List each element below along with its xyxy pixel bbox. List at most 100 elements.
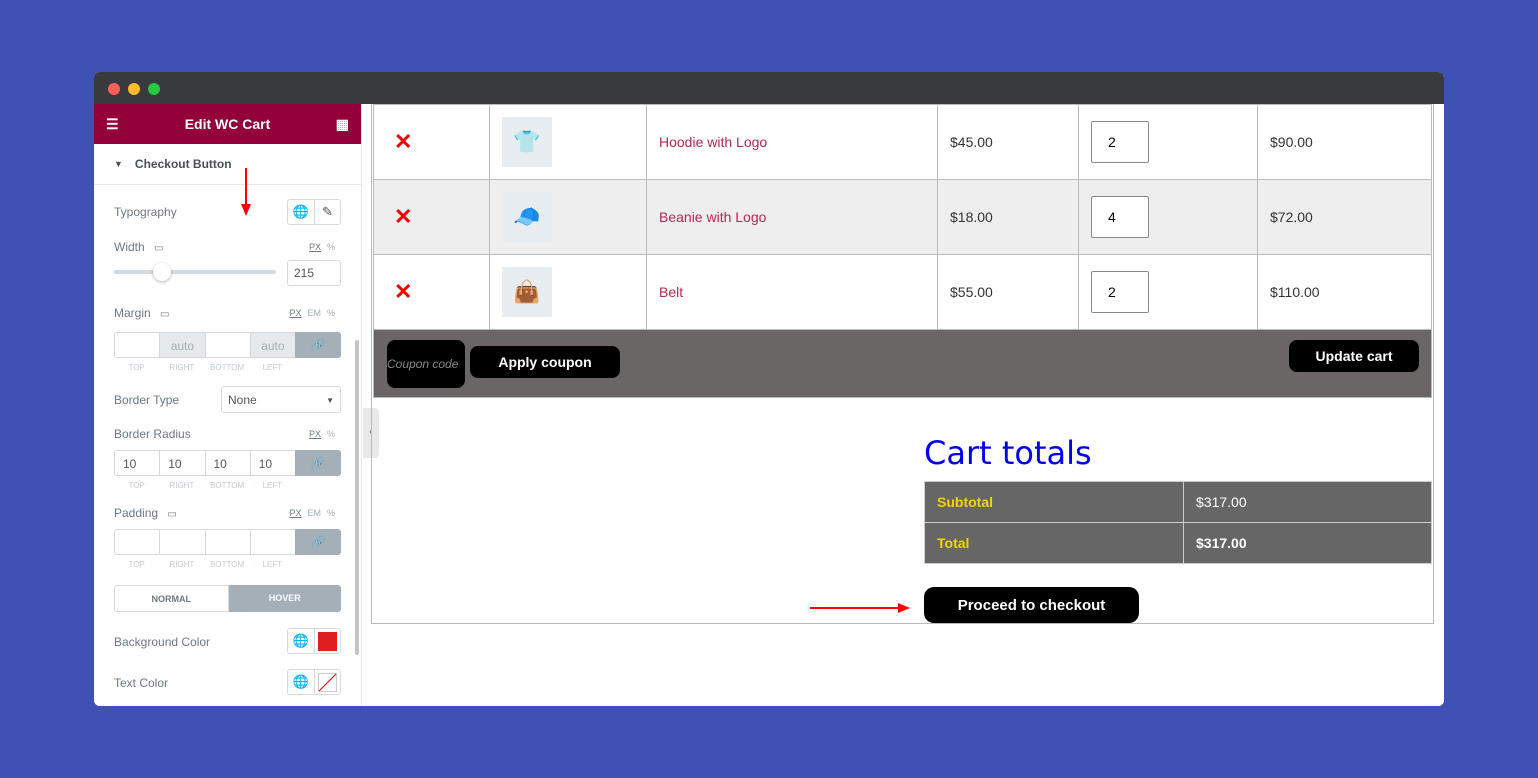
quantity-input[interactable]: 4 <box>1091 196 1149 238</box>
border-type-select[interactable]: None ▼ <box>221 386 341 413</box>
product-name-link[interactable]: Belt <box>659 284 683 300</box>
cart-row: ✕ 👕 Hoodie with Logo $45.00 2 $90.00 <box>373 104 1432 180</box>
desktop-icon: ▭ <box>160 309 170 320</box>
cart-table: ✕ 👕 Hoodie with Logo $45.00 2 $90.00 ✕ 🧢 … <box>373 104 1432 330</box>
margin-top-input[interactable] <box>114 332 160 358</box>
radius-bottom-input[interactable]: 10 <box>204 450 250 476</box>
slider-handle[interactable] <box>152 263 171 281</box>
quantity-input[interactable]: 2 <box>1091 271 1149 313</box>
remove-item-icon[interactable]: ✕ <box>386 129 412 154</box>
padding-label: Padding ▭ <box>114 506 177 520</box>
preview-area: ‹ ✕ 👕 Hoodie with Logo $45.00 2 $90.00 ✕ … <box>363 104 1444 706</box>
padding-right-input[interactable] <box>159 529 205 555</box>
side-label: TOP <box>128 481 145 490</box>
padding-top-input[interactable] <box>114 529 160 555</box>
cart-totals-heading: Cart totals <box>924 434 1092 472</box>
quantity-input[interactable]: 2 <box>1091 121 1149 163</box>
border-type-label: Border Type <box>114 393 180 407</box>
line-subtotal: $90.00 <box>1270 134 1313 150</box>
margin-control: Margin ▭ PX EM% auto auto 🔗 TOP RIGHT BOTTO… <box>114 306 341 372</box>
grid-apps-icon[interactable]: ▦ <box>336 116 349 133</box>
margin-label: Margin ▭ <box>114 306 170 320</box>
total-label: Total <box>924 522 1184 564</box>
remove-item-icon[interactable]: ✕ <box>386 279 412 304</box>
side-label: LEFT <box>262 363 283 372</box>
remove-item-icon[interactable]: ✕ <box>386 204 412 229</box>
cart-row: ✕ 🧢 Beanie with Logo $18.00 4 $72.00 <box>373 179 1432 255</box>
side-label: BOTTOM <box>210 481 245 490</box>
section-title: Checkout Button <box>134 157 232 171</box>
desktop-icon: ▭ <box>167 509 177 520</box>
link-values-icon[interactable]: 🔗 <box>295 332 341 358</box>
padding-units[interactable]: PX EM% <box>289 508 341 518</box>
side-label: RIGHT <box>169 363 195 372</box>
product-name-link[interactable]: Beanie with Logo <box>659 209 766 225</box>
product-price: $45.00 <box>950 134 993 150</box>
coupon-bar: Coupon code Apply coupon Update cart <box>373 329 1432 398</box>
width-slider[interactable] <box>114 263 276 281</box>
line-subtotal: $110.00 <box>1270 284 1320 300</box>
hamburger-menu-icon[interactable]: ☰ <box>106 116 119 133</box>
padding-left-input[interactable] <box>249 529 295 555</box>
side-label: RIGHT <box>169 560 195 569</box>
width-label: Width ▭ <box>114 240 164 254</box>
margin-left-input[interactable]: auto <box>249 332 295 358</box>
product-name-link[interactable]: Hoodie with Logo <box>659 134 767 150</box>
product-thumbnail[interactable]: 🧢 <box>502 192 552 242</box>
radius-left-input[interactable]: 10 <box>249 450 295 476</box>
subtotal-value: $317.00 <box>1183 481 1432 523</box>
update-cart-button[interactable]: Update cart <box>1289 340 1419 372</box>
side-label: LEFT <box>262 481 283 490</box>
annotation-arrow-down <box>241 168 251 216</box>
line-subtotal: $72.00 <box>1270 209 1313 225</box>
proceed-to-checkout-button[interactable]: Proceed to checkout <box>924 587 1139 623</box>
globe-icon[interactable]: 🌐 <box>288 629 314 653</box>
width-units[interactable]: PX% <box>309 242 341 252</box>
panel-title: Edit WC Cart <box>184 116 271 132</box>
link-values-icon[interactable]: 🔗 <box>295 529 341 555</box>
apply-coupon-button[interactable]: Apply coupon <box>470 346 620 378</box>
border-radius-units[interactable]: PX% <box>309 429 341 439</box>
side-label: LEFT <box>262 560 283 569</box>
close-window-button[interactable] <box>108 83 120 95</box>
chevron-down-icon: ▼ <box>326 396 334 405</box>
side-label: RIGHT <box>169 481 195 490</box>
tab-hover[interactable]: HOVER <box>228 585 341 612</box>
side-label: BOTTOM <box>210 560 245 569</box>
editor-panel: ☰ Edit WC Cart ▦ ▼ Checkout Button Typogr… <box>94 104 362 706</box>
maximize-window-button[interactable] <box>148 83 160 95</box>
side-label: BOTTOM <box>210 363 245 372</box>
minimize-window-button[interactable] <box>128 83 140 95</box>
radius-right-input[interactable]: 10 <box>159 450 205 476</box>
text-color-swatch[interactable] <box>314 670 340 694</box>
typography-label: Typography <box>114 205 177 219</box>
product-thumbnail[interactable]: 👕 <box>502 117 552 167</box>
total-row: Total $317.00 <box>924 522 1432 564</box>
section-checkout-button[interactable]: ▼ Checkout Button <box>94 144 361 185</box>
margin-right-input[interactable]: auto <box>159 332 205 358</box>
subtotal-label: Subtotal <box>924 481 1184 523</box>
globe-icon[interactable]: 🌐 <box>288 200 314 224</box>
coupon-code-input[interactable]: Coupon code <box>387 340 465 388</box>
link-values-icon[interactable]: 🔗 <box>295 450 341 476</box>
desktop-icon: ▭ <box>154 243 164 254</box>
product-thumbnail[interactable]: 👜 <box>502 267 552 317</box>
margin-bottom-input[interactable] <box>204 332 250 358</box>
panel-scrollbar[interactable] <box>355 340 359 655</box>
background-color-swatch[interactable] <box>314 629 340 653</box>
width-input[interactable]: 215 <box>287 260 341 286</box>
padding-bottom-input[interactable] <box>204 529 250 555</box>
globe-icon[interactable]: 🌐 <box>288 670 314 694</box>
text-color-label: Text Color <box>114 676 169 690</box>
border-radius-label: Border Radius <box>114 427 191 441</box>
margin-units[interactable]: PX EM% <box>289 308 341 318</box>
side-label: TOP <box>128 363 145 372</box>
pencil-edit-icon[interactable]: ✎ <box>314 200 340 224</box>
product-price: $18.00 <box>950 209 993 225</box>
annotation-arrow-right <box>810 603 910 613</box>
cart-totals-table: Subtotal $317.00 Total $317.00 <box>924 481 1432 564</box>
tab-normal[interactable]: NORMAL <box>114 585 229 612</box>
subtotal-row: Subtotal $317.00 <box>924 481 1432 523</box>
radius-top-input[interactable]: 10 <box>114 450 160 476</box>
panel-header: ☰ Edit WC Cart ▦ <box>94 104 361 144</box>
